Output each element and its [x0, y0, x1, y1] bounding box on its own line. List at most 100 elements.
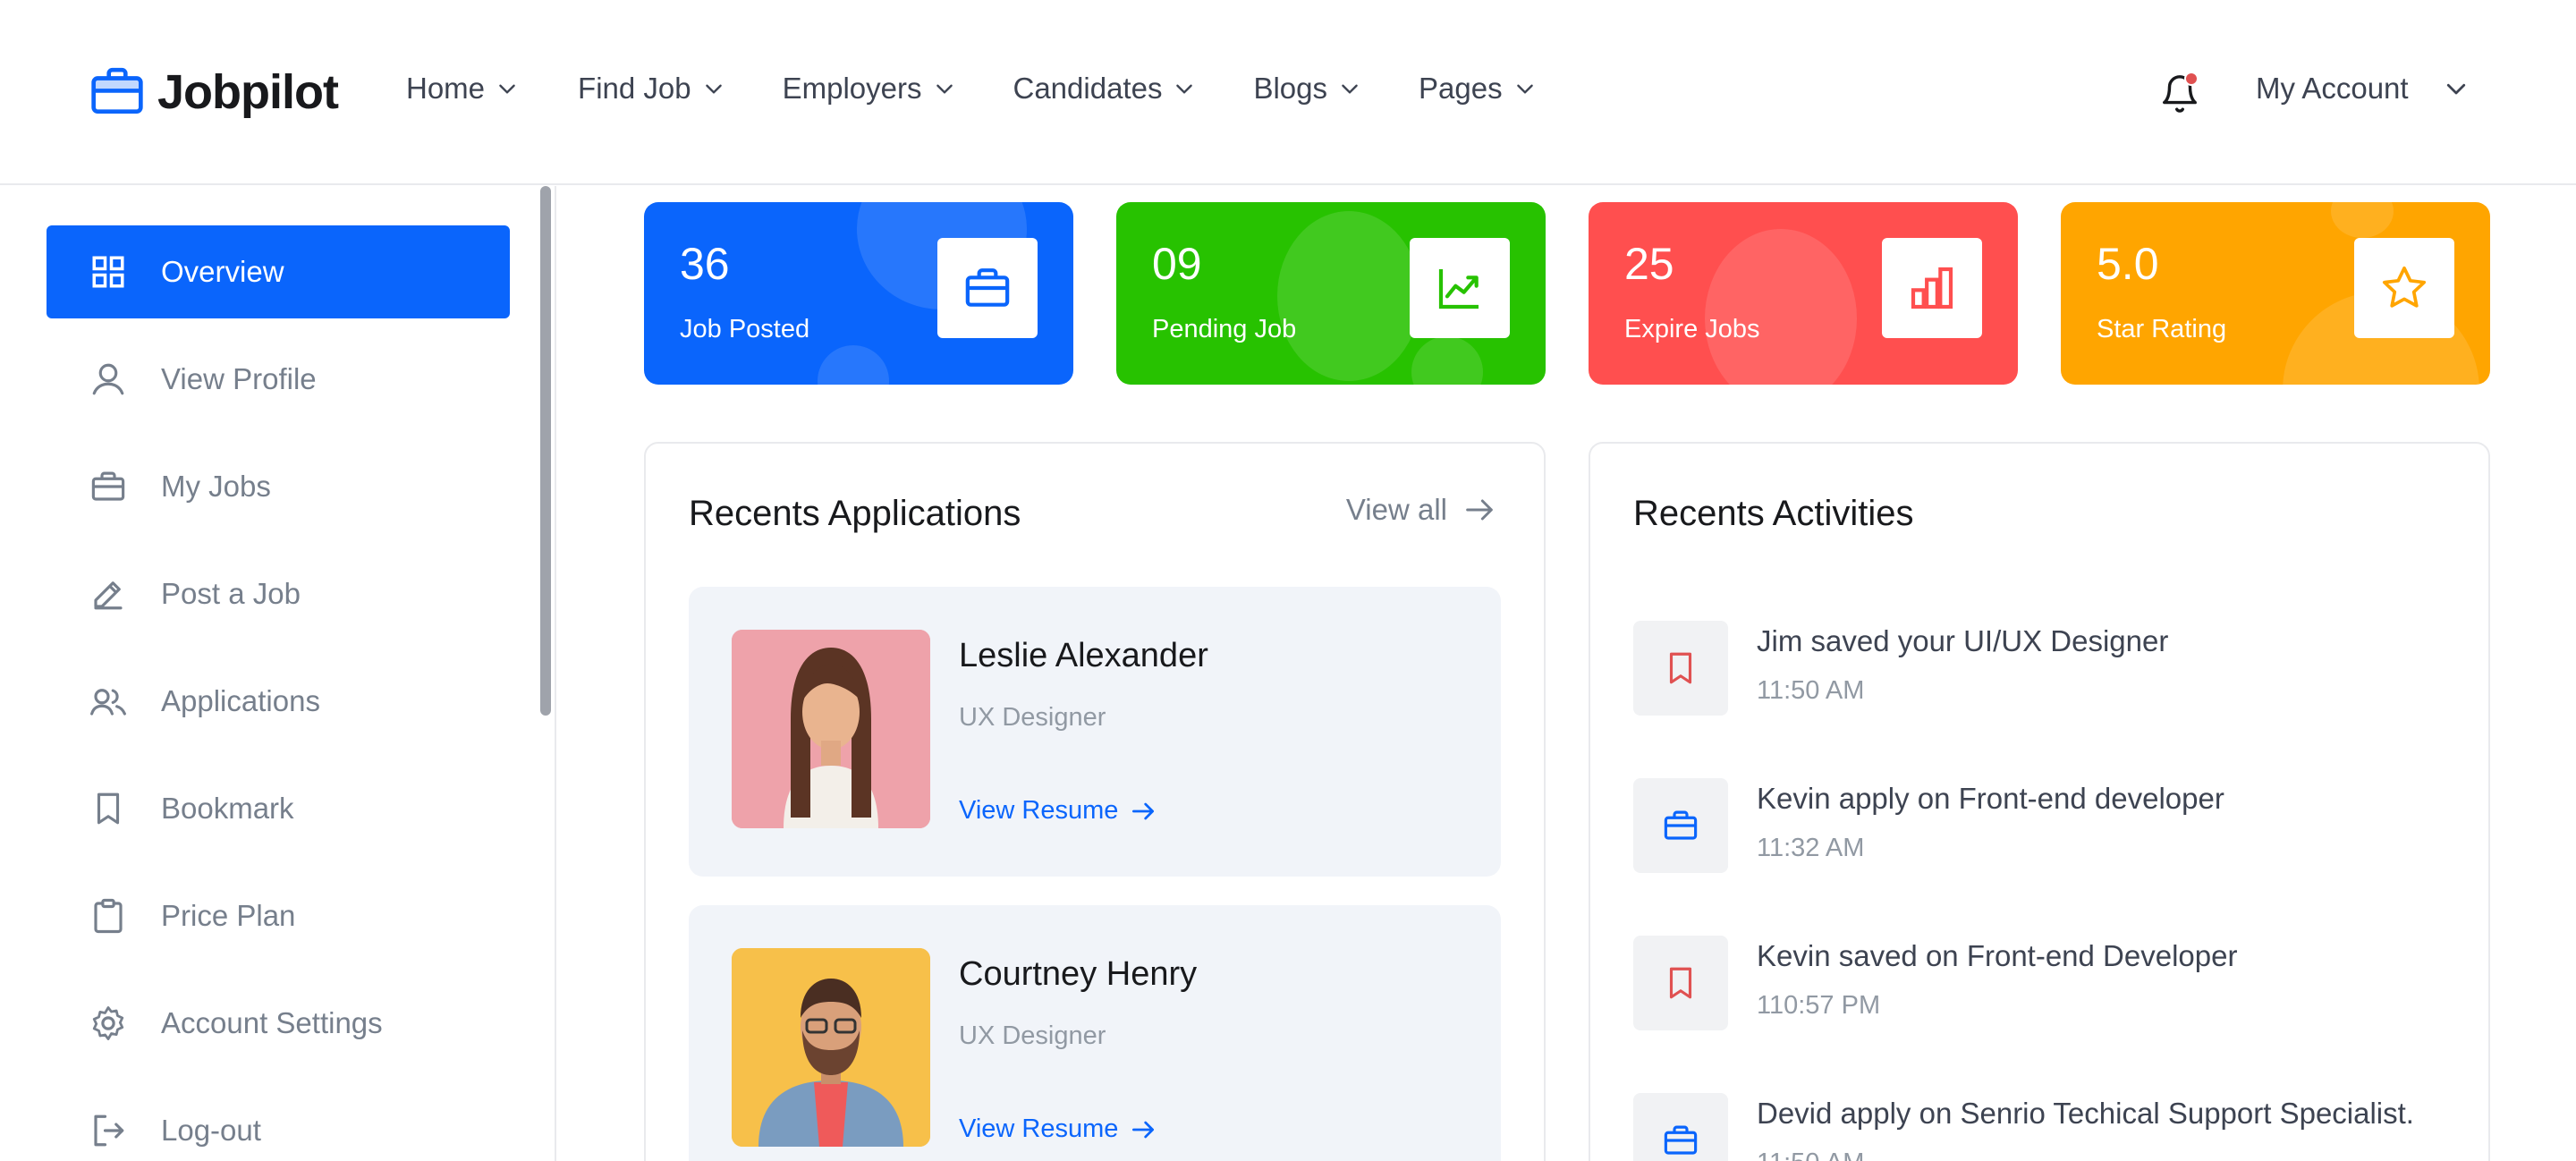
users-icon	[90, 689, 126, 716]
stat-card-job-posted[interactable]: 36 Job Posted	[644, 202, 1073, 385]
panel-title: Recents Applications	[689, 494, 1021, 533]
nav-home-label: Home	[406, 72, 486, 105]
activity-text: Kevin apply on Front-end developer	[1757, 782, 2224, 815]
avatar	[732, 630, 930, 828]
nav-home[interactable]: Home	[406, 72, 519, 106]
chevron-down-icon	[936, 84, 953, 94]
chevron-down-icon	[1516, 84, 1533, 94]
view-resume-label: View Resume	[959, 796, 1119, 825]
nav-employers-label: Employers	[782, 72, 922, 105]
card-decoration	[1705, 229, 1857, 385]
stat-value: 36	[680, 239, 730, 289]
sidebar-item-log-out[interactable]: Log-out	[47, 1084, 510, 1161]
sidebar-item-bookmark[interactable]: Bookmark	[47, 762, 510, 855]
nav-find-job[interactable]: Find Job	[578, 72, 725, 106]
briefcase-icon	[1664, 1125, 1698, 1155]
activity-icon-box	[1633, 778, 1728, 873]
sidebar-item-label: Log-out	[161, 1114, 261, 1147]
activity-icon-box	[1633, 621, 1728, 716]
briefcase-icon	[965, 268, 1010, 307]
gear-icon	[92, 1006, 124, 1040]
stat-value: 25	[1624, 239, 1674, 289]
sidebar-item-view-profile[interactable]: View Profile	[47, 333, 510, 426]
card-decoration	[818, 345, 889, 385]
bookmark-icon	[1669, 652, 1692, 684]
recent-applications-panel: Recents Applications View all Leslie Ale…	[644, 442, 1546, 1161]
stat-card-star-rating[interactable]: 5.0 Star Rating	[2061, 202, 2490, 385]
activity-item[interactable]: Kevin saved on Front-end Developer 110:5…	[1633, 936, 2456, 1034]
card-decoration	[2331, 202, 2394, 238]
nav-blogs-label: Blogs	[1253, 72, 1328, 105]
activity-icon-box	[1633, 1093, 1728, 1161]
stat-label: Expire Jobs	[1624, 315, 1760, 343]
logo-text: Jobpilot	[157, 65, 339, 119]
pencil-icon	[94, 581, 123, 610]
activity-text: Kevin saved on Front-end Developer	[1757, 939, 2238, 972]
applicant-photo	[732, 948, 930, 1147]
sidebar-item-label: Applications	[161, 684, 320, 717]
logo[interactable]: Jobpilot	[89, 64, 339, 120]
sidebar-item-label: Post a Job	[161, 577, 301, 610]
sidebar-item-label: Overview	[161, 255, 284, 288]
sidebar-item-price-plan[interactable]: Price Plan	[47, 869, 510, 962]
stat-card-expire-jobs[interactable]: 25 Expire Jobs	[1589, 202, 2018, 385]
sidebar-item-overview[interactable]: Overview	[47, 225, 510, 318]
applicant-name: Leslie Alexander	[959, 637, 1208, 674]
view-all-label: View all	[1345, 493, 1447, 526]
main-nav: Home Find Job Employers Candidates Blogs…	[406, 72, 1537, 106]
view-resume-link[interactable]: View Resume	[959, 796, 1157, 826]
stat-card-pending-job[interactable]: 09 Pending Job	[1116, 202, 1546, 385]
my-account-label: My Account	[2256, 72, 2409, 105]
notification-dot	[2184, 72, 2199, 86]
nav-employers[interactable]: Employers	[783, 72, 956, 106]
arrow-right-icon	[1132, 1121, 1155, 1138]
stat-label: Star Rating	[2097, 315, 2227, 343]
recent-activities-panel: Recents Activities Jim saved your UI/UX …	[1589, 442, 2490, 1161]
view-resume-link[interactable]: View Resume	[959, 1114, 1157, 1144]
sidebar-item-label: Price Plan	[161, 899, 296, 932]
activity-item[interactable]: Devid apply on Senrio Techical Support S…	[1633, 1093, 2456, 1161]
chevron-down-icon	[2446, 83, 2465, 95]
bookmark-icon	[1669, 967, 1692, 999]
sidebar-item-label: Account Settings	[161, 1006, 383, 1039]
chevron-down-icon	[499, 84, 515, 94]
sidebar: Overview View Profile My Jobs Post a Job…	[0, 186, 556, 1161]
sidebar-item-label: My Jobs	[161, 470, 271, 503]
sidebar-item-my-jobs[interactable]: My Jobs	[47, 440, 510, 533]
bookmark-icon	[97, 792, 120, 825]
nav-find-job-label: Find Job	[578, 72, 691, 105]
activity-time: 110:57 PM	[1757, 991, 1881, 1020]
application-card[interactable]: Courtney Henry UX Designer View Resume	[689, 905, 1501, 1161]
stat-icon-box	[1410, 238, 1510, 338]
nav-pages-label: Pages	[1419, 72, 1503, 105]
card-decoration	[1277, 211, 1420, 381]
applicant-role: UX Designer	[959, 1021, 1106, 1050]
activity-item[interactable]: Kevin apply on Front-end developer 11:32…	[1633, 778, 2456, 877]
stat-icon-box	[2354, 238, 2454, 338]
view-all-link[interactable]: View all	[1346, 492, 1497, 528]
chart-line-icon	[1438, 269, 1479, 309]
avatar	[732, 948, 930, 1147]
nav-candidates[interactable]: Candidates	[1013, 72, 1197, 106]
activity-item[interactable]: Jim saved your UI/UX Designer 11:50 AM	[1633, 621, 2456, 719]
sidebar-item-label: View Profile	[161, 362, 317, 395]
sidebar-scrollbar[interactable]	[540, 186, 551, 716]
nav-blogs[interactable]: Blogs	[1253, 72, 1361, 106]
grid-icon	[92, 256, 124, 288]
stat-value: 09	[1152, 239, 1202, 289]
nav-pages[interactable]: Pages	[1419, 72, 1537, 106]
star-icon	[2382, 266, 2427, 308]
sidebar-item-post-a-job[interactable]: Post a Job	[47, 547, 510, 640]
activity-icon-box	[1633, 936, 1728, 1030]
sidebar-item-account-settings[interactable]: Account Settings	[47, 977, 510, 1070]
chevron-down-icon	[1342, 84, 1358, 94]
view-resume-label: View Resume	[959, 1114, 1119, 1143]
my-account-menu[interactable]: My Account	[2256, 72, 2470, 106]
application-card[interactable]: Leslie Alexander UX Designer View Resume	[689, 587, 1501, 877]
nav-candidates-label: Candidates	[1013, 72, 1163, 105]
logout-icon	[94, 1114, 124, 1147]
panel-title: Recents Activities	[1633, 494, 1914, 533]
activity-time: 11:32 AM	[1757, 834, 1865, 862]
sidebar-item-applications[interactable]: Applications	[47, 655, 510, 748]
briefcase-icon	[91, 471, 125, 501]
